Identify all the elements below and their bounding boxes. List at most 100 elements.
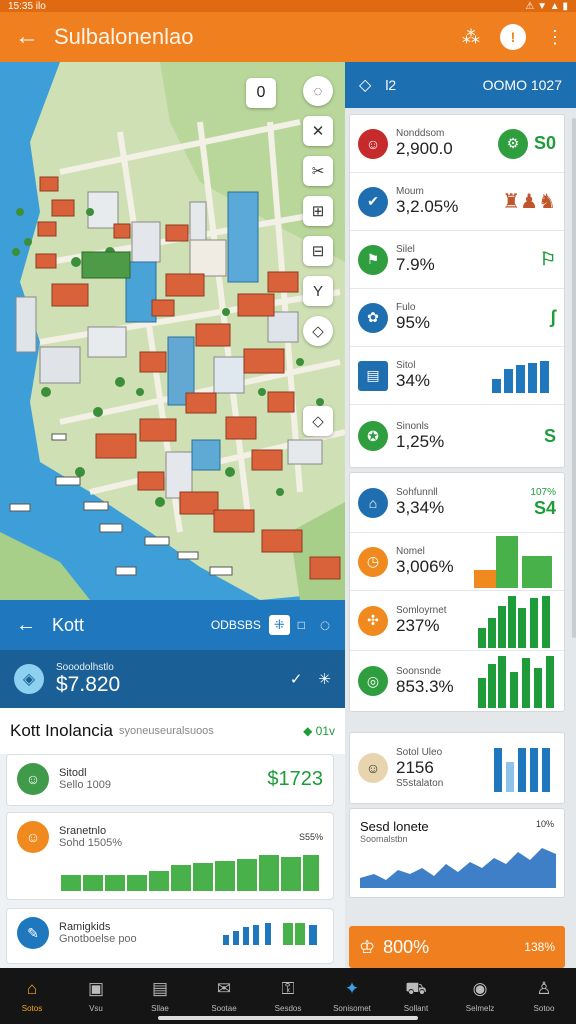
list-header: Kott Inolancia syoneuseuralsuoos ◆ 01v bbox=[0, 708, 345, 754]
grid-tool-icon[interactable]: ⊞ bbox=[303, 196, 333, 226]
card-value: Sello 1009 bbox=[59, 779, 111, 791]
gear-icon: ✿ bbox=[358, 302, 388, 333]
list-item[interactable]: ✿ Fulo 95% ʃ bbox=[350, 289, 564, 347]
filter-tool-icon[interactable]: Y bbox=[303, 276, 333, 306]
list-item[interactable]: ◷ Nomel 3,006% bbox=[350, 533, 564, 591]
nav-view[interactable]: ▣ Vsu bbox=[64, 968, 128, 1024]
mini-bar-chart bbox=[478, 656, 554, 708]
nav-label: Selmelz bbox=[465, 1004, 495, 1013]
card-value: Sohd 1505% bbox=[59, 837, 122, 849]
stats-group-c: ☺ Sotol Uleo 2156 S5stalaton bbox=[349, 732, 565, 804]
row-label: Sinonls bbox=[396, 420, 429, 432]
alert-button[interactable]: ! bbox=[492, 24, 534, 50]
stats-group-a: ☺ Nonddsom 2,900.0 ⚙ S0 ✔ Moum 3,2.05% ♜♟♞… bbox=[349, 114, 565, 468]
kott-back-icon[interactable]: ← bbox=[0, 614, 52, 637]
row-value: 95% bbox=[396, 313, 431, 332]
square-icon[interactable]: □ bbox=[298, 618, 305, 632]
back-icon[interactable]: ← bbox=[0, 23, 54, 51]
mini-bar-chart bbox=[492, 360, 549, 393]
row-label: Soonsnde bbox=[396, 665, 442, 677]
kott-list: Kott Inolancia syoneuseuralsuoos ◆ 01v ☺… bbox=[0, 708, 345, 968]
share-icon[interactable]: ⁂ bbox=[450, 27, 492, 48]
check-icon[interactable]: ✓ bbox=[290, 670, 303, 688]
gallery-icon: ▣ bbox=[87, 979, 105, 998]
list-subtitle: syoneuseuralsuoos bbox=[119, 725, 214, 737]
zoom-level-chip[interactable]: 0 bbox=[246, 78, 276, 108]
stats-header: ◇ l2 OOMO 1027 bbox=[345, 62, 576, 108]
list-item[interactable]: ✣ Somloyrnet 237% bbox=[350, 591, 564, 651]
row-label: Nonddsom bbox=[396, 128, 445, 139]
list-item[interactable]: ✪ Sinonls 1,25% S bbox=[350, 405, 564, 467]
city-map[interactable]: 0 ◌ ✕ ✂ ⊞ ⊟ Y ◇ ◇ bbox=[0, 62, 345, 600]
list-item[interactable]: ☺ Sitodl Sello 1009 $1723 bbox=[6, 754, 334, 806]
target-icon: ◎ bbox=[358, 666, 388, 696]
network-icon: ✣ bbox=[358, 605, 388, 636]
row-sublabel: S5stalaton bbox=[396, 778, 444, 789]
nav-home[interactable]: ⌂ Sotos bbox=[0, 968, 64, 1024]
list-item[interactable]: ✔ Moum 3,2.05% ♜♟♞ bbox=[350, 173, 564, 231]
row-side-value: S0 bbox=[533, 133, 556, 153]
mini-bar-chart bbox=[474, 535, 552, 588]
star-icon: ✦ bbox=[344, 979, 360, 998]
chat-icon[interactable]: ◌ bbox=[305, 615, 345, 636]
row-side-icon: ⚐ bbox=[539, 249, 556, 269]
row-value: 2,900.0 bbox=[396, 139, 453, 158]
cut-tool-icon[interactable]: ✂ bbox=[303, 156, 333, 186]
kott-header: ← Kott ODBSBS ⁜ □ ◌ bbox=[0, 600, 345, 650]
row-side-value: S4 bbox=[533, 497, 556, 518]
list-item[interactable]: ⌂ Sohfunnll 3,34% 107% S4 bbox=[350, 473, 564, 533]
promo-banner[interactable]: ♔ 800% 138% bbox=[349, 926, 565, 968]
shape-tool-icon[interactable]: ◇ bbox=[303, 316, 333, 346]
list-item[interactable]: ⚑ Silel 7.9% ⚐ bbox=[350, 231, 564, 289]
nav-label: Sotos bbox=[21, 1004, 43, 1013]
scrollbar[interactable] bbox=[572, 118, 576, 638]
home-indicator[interactable] bbox=[158, 1016, 418, 1020]
list-item[interactable]: ◎ Soonsnde 853.3% bbox=[350, 651, 564, 711]
list-item[interactable]: ☺ Nonddsom 2,900.0 ⚙ S0 bbox=[350, 115, 564, 173]
locate-icon[interactable]: ◌ bbox=[303, 76, 333, 106]
sparkle-icon[interactable]: ✳ bbox=[318, 670, 331, 688]
app-bar: ← Sulbalonenlao ⁂ ! ⋮ bbox=[0, 12, 576, 62]
trend-card[interactable]: Sesd lonete 10% Soomalstbn bbox=[349, 808, 565, 898]
stats-header-code: OOMO 1027 bbox=[482, 77, 562, 93]
expand-icon[interactable]: ⁜ bbox=[268, 615, 290, 635]
row-label: Somloyrnet bbox=[396, 605, 447, 616]
row-value: 237% bbox=[396, 616, 440, 635]
stats-header-label: l2 bbox=[385, 77, 397, 93]
mail-icon: ✉ bbox=[216, 979, 232, 998]
card-label: Ramigkids bbox=[59, 921, 111, 933]
trend-title: Sesd lonete bbox=[360, 819, 429, 834]
close-tool-icon[interactable]: ✕ bbox=[303, 116, 333, 146]
row-label: Sohfunnll bbox=[396, 487, 438, 498]
row-label: Fulo bbox=[396, 302, 416, 313]
filter-chip[interactable]: ◆ 01v bbox=[303, 724, 335, 738]
row-label: Moum bbox=[396, 186, 424, 197]
pin-icon: ⚑ bbox=[358, 244, 388, 275]
clock-icon: ◷ bbox=[358, 546, 388, 577]
kott-title: Kott bbox=[52, 614, 85, 635]
overflow-menu-icon[interactable]: ⋮ bbox=[534, 27, 576, 48]
list-item[interactable]: ☺ Sranetnlo Sohd 1505% S55% bbox=[6, 812, 334, 900]
list-item[interactable]: ▤ Sitol 34% bbox=[350, 347, 564, 405]
row-side-value: S bbox=[543, 425, 556, 446]
stats-header-icon[interactable]: ◇ bbox=[359, 75, 371, 95]
list-item[interactable]: ✎ Ramigkids Gnotboelse poo bbox=[6, 908, 334, 964]
row-label: Silel bbox=[396, 244, 415, 255]
nav-label: Sollant bbox=[403, 1004, 429, 1013]
avatar: ✎ bbox=[17, 917, 49, 949]
nav-label: Vsu bbox=[89, 1004, 103, 1013]
record-icon: ◉ bbox=[472, 979, 488, 998]
card-value: Gnotboelse poo bbox=[59, 933, 137, 945]
mini-bar-chart bbox=[478, 595, 550, 648]
row-value: 1,25% bbox=[396, 431, 445, 451]
map-illustration bbox=[0, 62, 345, 600]
stats-panel: ☺ Nonddsom 2,900.0 ⚙ S0 ✔ Moum 3,2.05% ♜♟♞… bbox=[345, 108, 576, 968]
layers-tool-icon[interactable]: ⊟ bbox=[303, 236, 333, 266]
nav-label: Sesdos bbox=[274, 1004, 302, 1013]
row-percent: 107% bbox=[530, 486, 556, 498]
diamond-tool-icon[interactable]: ◇ bbox=[303, 406, 333, 436]
nav-record[interactable]: ◉ Selmelz bbox=[448, 968, 512, 1024]
nav-profile[interactable]: ♙ Sotoo bbox=[512, 968, 576, 1024]
list-item[interactable]: ☺ Sotol Uleo 2156 S5stalaton bbox=[350, 733, 564, 803]
card-amount: $1723 bbox=[267, 767, 323, 790]
